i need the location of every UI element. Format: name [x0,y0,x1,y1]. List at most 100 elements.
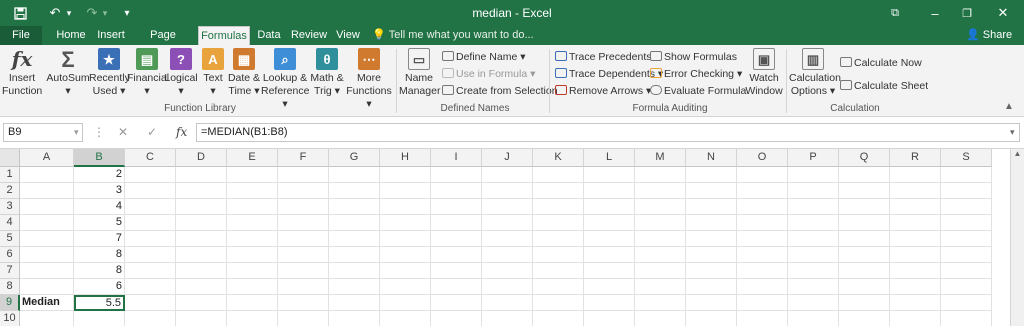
cell-n2[interactable] [686,183,737,199]
cell-s1[interactable] [941,167,992,183]
cell-q8[interactable] [839,279,890,295]
cell-l9[interactable] [584,295,635,311]
cell-c4[interactable] [125,215,176,231]
cell-q2[interactable] [839,183,890,199]
cell-m9[interactable] [635,295,686,311]
cell-i8[interactable] [431,279,482,295]
cell-e1[interactable] [227,167,278,183]
row-header-10[interactable]: 10 [0,311,20,326]
tab-home[interactable]: Home [52,26,90,45]
cell-c7[interactable] [125,263,176,279]
cell-n6[interactable] [686,247,737,263]
cell-d3[interactable] [176,199,227,215]
cell-p2[interactable] [788,183,839,199]
name-box-dropdown-icon[interactable]: ▾ [74,123,79,142]
cell-g10[interactable] [329,311,380,326]
column-header-e[interactable]: E [227,149,278,167]
cell-b10[interactable] [74,311,125,326]
cell-o2[interactable] [737,183,788,199]
cell-b8[interactable]: 6 [74,279,125,295]
cell-j9[interactable] [482,295,533,311]
cell-f8[interactable] [278,279,329,295]
cell-a9[interactable]: Median [20,295,74,311]
cell-d4[interactable] [176,215,227,231]
cell-b3[interactable]: 4 [74,199,125,215]
cell-p8[interactable] [788,279,839,295]
cell-s5[interactable] [941,231,992,247]
cell-g5[interactable] [329,231,380,247]
cell-m5[interactable] [635,231,686,247]
cell-s2[interactable] [941,183,992,199]
cell-i10[interactable] [431,311,482,326]
cell-j4[interactable] [482,215,533,231]
row-header-9[interactable]: 9 [0,295,20,311]
cell-b2[interactable]: 3 [74,183,125,199]
ribbon-display-options-icon[interactable]: ⧉ [888,0,902,26]
cell-j8[interactable] [482,279,533,295]
row-header-3[interactable]: 3 [0,199,20,215]
calculation-options-button[interactable]: ▥ Calculation Options ▾ [789,48,841,98]
row-header-7[interactable]: 7 [0,263,20,279]
column-header-l[interactable]: L [584,149,635,167]
cell-p3[interactable] [788,199,839,215]
minimize-icon[interactable]: – [928,0,942,26]
cell-j1[interactable] [482,167,533,183]
cell-e2[interactable] [227,183,278,199]
cell-m3[interactable] [635,199,686,215]
row-header-1[interactable]: 1 [0,167,20,183]
tell-me-box[interactable]: 💡 Tell me what you want to do... [372,26,534,45]
cell-f4[interactable] [278,215,329,231]
math-trig-button[interactable]: θ Math & Trig ▾ [309,48,345,98]
cell-q4[interactable] [839,215,890,231]
cell-k2[interactable] [533,183,584,199]
cell-k7[interactable] [533,263,584,279]
restore-icon[interactable]: ❐ [960,0,974,26]
lookup-reference-button[interactable]: ⌕ Lookup & Reference ▾ [261,48,309,111]
trace-dependents-button[interactable]: Trace Dependents ▾ [555,67,663,81]
row-header-5[interactable]: 5 [0,231,20,247]
enter-icon[interactable]: ✓ [147,123,157,142]
create-from-selection-button[interactable]: Create from Selection [442,84,558,98]
cell-p7[interactable] [788,263,839,279]
cell-j7[interactable] [482,263,533,279]
cell-p10[interactable] [788,311,839,326]
column-header-o[interactable]: O [737,149,788,167]
column-header-p[interactable]: P [788,149,839,167]
cell-j2[interactable] [482,183,533,199]
cell-r5[interactable] [890,231,941,247]
column-header-d[interactable]: D [176,149,227,167]
cell-h2[interactable] [380,183,431,199]
cell-p1[interactable] [788,167,839,183]
vertical-scrollbar[interactable]: ▲ [1010,149,1024,326]
column-header-m[interactable]: M [635,149,686,167]
cell-n5[interactable] [686,231,737,247]
cell-q6[interactable] [839,247,890,263]
tab-review[interactable]: Review [290,26,328,45]
cell-r3[interactable] [890,199,941,215]
column-header-r[interactable]: R [890,149,941,167]
cell-r4[interactable] [890,215,941,231]
cell-b6[interactable]: 8 [74,247,125,263]
cell-j3[interactable] [482,199,533,215]
cell-p6[interactable] [788,247,839,263]
cell-b7[interactable]: 8 [74,263,125,279]
cell-n3[interactable] [686,199,737,215]
cell-r10[interactable] [890,311,941,326]
cell-k4[interactable] [533,215,584,231]
cell-i4[interactable] [431,215,482,231]
evaluate-formula-button[interactable]: Evaluate Formula [650,84,746,98]
cell-j6[interactable] [482,247,533,263]
cell-c8[interactable] [125,279,176,295]
column-header-q[interactable]: Q [839,149,890,167]
cell-e9[interactable] [227,295,278,311]
cell-d1[interactable] [176,167,227,183]
select-all-corner[interactable] [0,149,20,167]
cell-o1[interactable] [737,167,788,183]
cell-c10[interactable] [125,311,176,326]
cell-p5[interactable] [788,231,839,247]
cell-l10[interactable] [584,311,635,326]
cell-f2[interactable] [278,183,329,199]
column-header-j[interactable]: J [482,149,533,167]
more-functions-button[interactable]: ⋯ More Functions ▾ [345,48,393,111]
cell-q7[interactable] [839,263,890,279]
